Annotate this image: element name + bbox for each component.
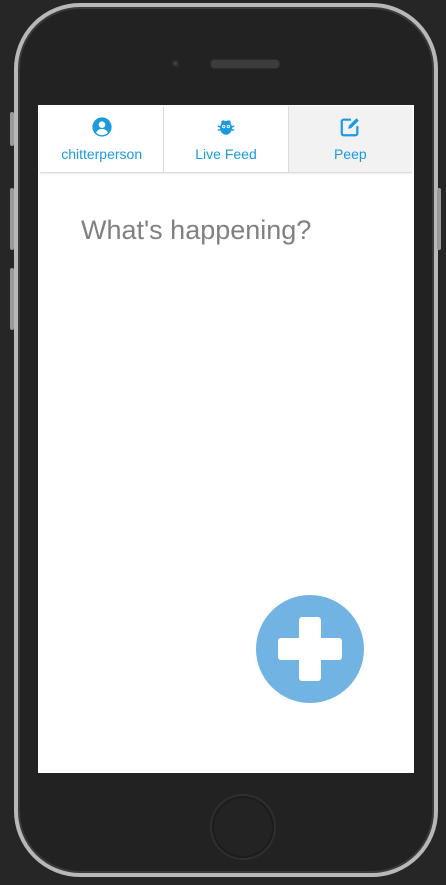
compose-placeholder[interactable]: What's happening? [81, 215, 311, 246]
volume-up-button[interactable] [10, 188, 14, 250]
speaker-grille [210, 59, 280, 69]
home-button[interactable] [212, 796, 274, 858]
nav-label-live-feed: Live Feed [195, 146, 257, 162]
plus-icon-vertical [299, 617, 321, 681]
nav-label-profile: chitterperson [61, 146, 143, 162]
app-screen: chitterperson Live Feed Peep What's happ… [38, 105, 414, 773]
edit-icon [340, 118, 360, 137]
user-circle-icon [92, 117, 112, 137]
top-navbar: chitterperson Live Feed Peep [40, 106, 412, 173]
nav-item-live-feed[interactable]: Live Feed [164, 106, 289, 172]
power-button[interactable] [437, 188, 441, 250]
nav-item-peep[interactable]: Peep [288, 106, 412, 172]
volume-down-button[interactable] [10, 268, 14, 330]
add-peep-button[interactable] [256, 595, 364, 703]
bug-icon [217, 120, 235, 135]
nav-item-profile[interactable]: chitterperson [40, 106, 165, 172]
camera [172, 60, 179, 67]
mute-switch[interactable] [10, 112, 14, 146]
nav-label-peep: Peep [333, 146, 367, 162]
